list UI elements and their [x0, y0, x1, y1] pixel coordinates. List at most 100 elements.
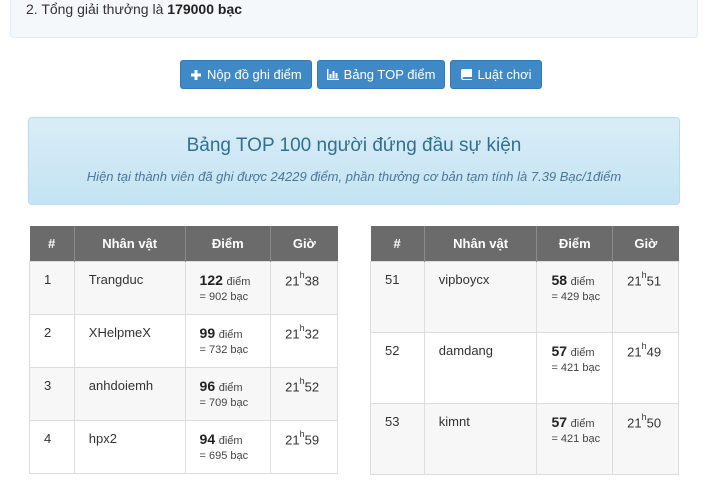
- submit-items-label: Nộp đồ ghi điểm: [207, 67, 302, 82]
- top-scores-button[interactable]: Bảng TOP điểm: [316, 60, 446, 89]
- time-h-mark: h: [641, 411, 647, 422]
- leaderboard-table-left: # Nhân vật Điểm Giờ 1 Trangduc 122 điểm = 9…: [29, 226, 338, 474]
- leaderboard-table-right: # Nhân vật Điểm Giờ 51 vipboycx 58 điểm = 4…: [370, 226, 679, 475]
- time-h-mark: h: [299, 322, 305, 333]
- reward-prefix: =: [551, 432, 561, 445]
- table-row: 1 Trangduc 122 điểm = 902 bạc 21h38: [29, 260, 338, 315]
- prize-total-line: 2. Tổng giải thưởng là 179000 bạc: [26, 1, 242, 17]
- points-word: điểm: [570, 346, 595, 359]
- rank-cell: 1: [29, 260, 75, 315]
- table-row: 53 kimnt 57 điểm = 421 bạc 21h50: [370, 402, 679, 475]
- prize-total-prefix: 2. Tổng giải thưởng là: [26, 1, 168, 17]
- reward-prefix: =: [199, 290, 210, 303]
- reward-value: 902 bạc: [209, 290, 249, 303]
- reward-value: 709 bạc: [209, 396, 249, 409]
- time-minute: 32: [304, 325, 320, 341]
- time-h-mark: h: [641, 269, 647, 280]
- time-minute: 51: [646, 272, 662, 288]
- time-header: Giờ: [612, 226, 679, 261]
- time-minute: 38: [304, 272, 320, 288]
- player-name-cell: anhdoiemh: [73, 366, 186, 421]
- points-value: 94: [199, 430, 216, 447]
- time-minute: 52: [304, 378, 320, 394]
- rank-cell: 3: [29, 366, 75, 421]
- leaderboard-left-body: 1 Trangduc 122 điểm = 902 bạc 21h38 2 XHelpmeX…: [29, 260, 338, 474]
- time-h-mark: h: [299, 428, 305, 439]
- bar-chart-icon: [326, 69, 339, 81]
- rank-cell: 53: [370, 402, 425, 475]
- rules-box: 2. Tổng giải thưởng là 179000 bạc: [10, 0, 698, 38]
- points-value: 58: [551, 271, 568, 288]
- submit-items-button[interactable]: Nộp đồ ghi điểm: [180, 60, 312, 89]
- reward-value: 421 bạc: [560, 432, 601, 445]
- time-hour: 21: [627, 272, 642, 288]
- top-scores-label: Bảng TOP điểm: [343, 67, 436, 82]
- points-word: điểm: [218, 381, 243, 394]
- points-value: 99: [199, 324, 216, 341]
- table-header-row: # Nhân vật Điểm Giờ: [29, 226, 338, 261]
- leaderboard-subtitle: Hiện tại thành viên đã ghi được 24229 đi…: [86, 169, 622, 184]
- rank-cell: 51: [370, 260, 425, 333]
- time-cell: 21h32: [270, 313, 338, 368]
- time-h-mark: h: [299, 375, 305, 386]
- time-h-mark: h: [299, 269, 305, 280]
- game-rules-label: Luật chơi: [477, 67, 532, 82]
- points-value: 57: [551, 413, 568, 430]
- points-word: điểm: [218, 434, 243, 447]
- rank-cell: 4: [29, 419, 75, 474]
- time-cell: 21h49: [612, 331, 679, 404]
- time-cell: 21h51: [612, 260, 679, 333]
- rank-header: #: [370, 226, 425, 261]
- time-minute: 49: [646, 343, 662, 359]
- time-hour: 21: [285, 431, 300, 447]
- player-name-cell: damdang: [423, 331, 538, 404]
- points-cell: 57 điểm = 421 bạc: [536, 402, 614, 475]
- points-cell: 57 điểm = 421 bạc: [536, 331, 614, 404]
- points-value: 57: [551, 342, 568, 359]
- points-cell: 94 điểm = 695 bạc: [184, 419, 272, 474]
- player-name-cell: Trangduc: [73, 260, 186, 315]
- player-name-cell: XHelpmeX: [73, 313, 186, 368]
- points-value: 122: [199, 271, 223, 288]
- table-row: 2 XHelpmeX 99 điểm = 732 bạc 21h32: [29, 313, 338, 368]
- name-header: Nhân vật: [424, 226, 538, 261]
- points-value: 96: [199, 377, 216, 394]
- action-buttons: Nộp đồ ghi điểm Bảng TOP điểm Luật chơi: [180, 60, 542, 89]
- reward-amount: = 695 bạc: [200, 447, 271, 465]
- time-hour: 21: [627, 343, 642, 359]
- time-hour: 21: [285, 378, 300, 394]
- points-word: điểm: [570, 275, 595, 288]
- points-header: Điểm: [536, 226, 614, 261]
- player-name-cell: hpx2: [73, 419, 186, 474]
- points-header: Điểm: [185, 226, 272, 261]
- time-cell: 21h50: [612, 402, 679, 475]
- leaderboard-banner: Bảng TOP 100 người đứng đầu sự kiện Hiện…: [28, 117, 680, 205]
- points-cell: 58 điểm = 429 bạc: [536, 260, 614, 333]
- table-row: 3 anhdoiemh 96 điểm = 709 bạc 21h52: [29, 366, 338, 421]
- time-hour: 21: [285, 325, 300, 341]
- reward-amount: = 902 bạc: [200, 288, 271, 306]
- game-rules-button[interactable]: Luật chơi: [450, 60, 542, 89]
- time-h-mark: h: [641, 340, 647, 351]
- table-row: 52 damdang 57 điểm = 421 bạc 21h49: [370, 331, 679, 404]
- leaderboard-title: Bảng TOP 100 người đứng đầu sự kiện: [186, 135, 522, 156]
- reward-amount: = 421 bạc: [551, 359, 612, 377]
- time-minute: 50: [646, 414, 662, 430]
- table-row: 4 hpx2 94 điểm = 695 bạc 21h59: [29, 419, 338, 474]
- plus-icon: [190, 69, 202, 81]
- rank-cell: 52: [370, 331, 425, 404]
- points-word: điểm: [226, 275, 251, 288]
- reward-prefix: =: [551, 361, 561, 374]
- leaderboard-right-body: 51 vipboycx 58 điểm = 429 bạc 21h51 52 damdang…: [370, 260, 679, 475]
- time-cell: 21h59: [270, 419, 338, 474]
- reward-amount: = 429 bạc: [551, 288, 612, 306]
- points-word: điểm: [218, 328, 243, 341]
- player-name-cell: vipboycx: [423, 260, 538, 333]
- time-header: Giờ: [270, 226, 338, 261]
- time-hour: 21: [285, 272, 300, 288]
- time-cell: 21h52: [270, 366, 338, 421]
- rank-cell: 2: [29, 313, 75, 368]
- reward-value: 732 bạc: [209, 343, 249, 356]
- book-icon: [460, 69, 472, 81]
- reward-value: 429 bạc: [560, 290, 601, 303]
